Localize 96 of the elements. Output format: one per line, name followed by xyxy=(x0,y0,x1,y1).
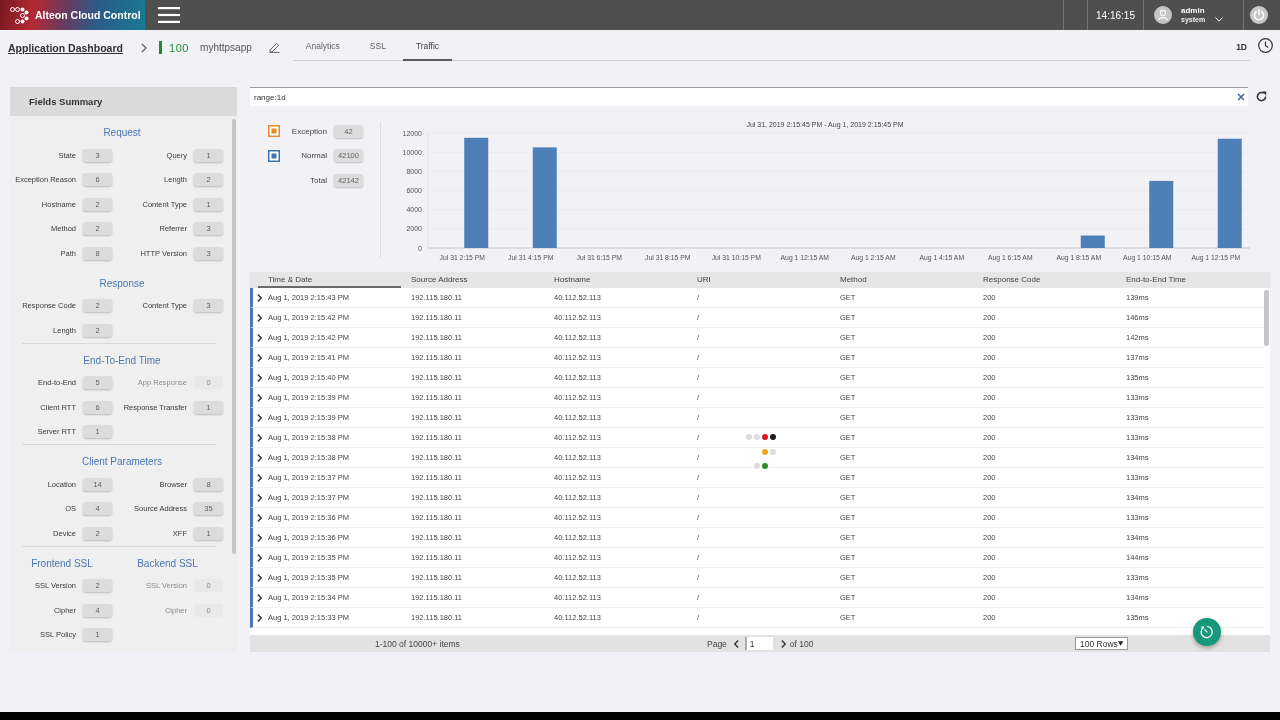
chevron-left-icon xyxy=(733,639,739,648)
section-title: Backend SSL xyxy=(137,556,198,571)
chevron-right-icon xyxy=(256,613,262,622)
tab[interactable]: Traffic xyxy=(402,30,453,61)
chart-bar xyxy=(1080,235,1105,248)
items-count: 1-100 of 10000+ items xyxy=(375,638,460,649)
legend-label: Total xyxy=(310,175,327,185)
chevron-right-icon xyxy=(256,513,262,522)
column-header[interactable]: Method xyxy=(830,272,973,288)
pencil-icon xyxy=(268,42,280,53)
chevron-right-icon xyxy=(256,453,262,462)
column-header[interactable]: Hostname xyxy=(544,272,687,288)
chevron-right-icon xyxy=(256,573,262,582)
column-header[interactable]: URI xyxy=(687,272,830,288)
expand-button[interactable] xyxy=(256,413,262,422)
power-icon xyxy=(1250,6,1268,24)
current-time: 14:16:15 xyxy=(1096,9,1135,21)
chevron-right-icon xyxy=(256,493,262,502)
expand-button[interactable] xyxy=(256,293,262,302)
expand-button[interactable] xyxy=(256,313,262,322)
expand-button[interactable] xyxy=(256,333,262,342)
chevron-right-icon xyxy=(256,473,262,482)
expand-button[interactable] xyxy=(256,493,262,502)
logo-icon xyxy=(10,6,29,24)
clock-icon xyxy=(1257,38,1273,53)
rows-per-page-select[interactable]: 100 Rows xyxy=(1075,637,1128,650)
app-name: myhttpsapp xyxy=(200,42,252,53)
user-menu-button[interactable] xyxy=(1215,16,1223,22)
chevron-right-icon xyxy=(140,42,147,53)
expand-button[interactable] xyxy=(256,353,262,362)
breadcrumb-link[interactable]: Application Dashboard xyxy=(8,41,123,54)
logout-button[interactable] xyxy=(1250,6,1268,24)
chevron-right-icon xyxy=(256,413,262,422)
close-icon xyxy=(1237,93,1245,101)
user-avatar-icon xyxy=(1154,6,1172,24)
clear-button[interactable] xyxy=(1237,93,1245,101)
status-bar-icon xyxy=(158,41,162,54)
dropdown-triangle-icon xyxy=(1117,641,1123,646)
chevron-right-icon xyxy=(256,433,262,442)
page-count: of 100 xyxy=(789,638,814,649)
next-page-button[interactable] xyxy=(780,639,786,648)
page-field[interactable]: 1 xyxy=(744,637,773,650)
chevron-right-icon xyxy=(256,373,262,382)
section-title: Frontend SSL xyxy=(31,556,93,571)
expand-button[interactable] xyxy=(256,373,262,382)
scrollbar[interactable] xyxy=(232,119,236,554)
refresh-icon xyxy=(1256,91,1267,102)
chart-bar xyxy=(1149,180,1174,248)
expand-button[interactable] xyxy=(256,593,262,602)
expand-button[interactable] xyxy=(256,573,262,582)
chevron-down-icon xyxy=(1215,16,1223,22)
expand-button[interactable] xyxy=(256,553,262,562)
chevron-right-icon xyxy=(256,593,262,602)
chevron-right-icon xyxy=(256,293,262,302)
time-range-button[interactable]: 1D xyxy=(1236,30,1247,60)
expand-button[interactable] xyxy=(256,613,262,622)
chevron-right-icon xyxy=(256,333,262,342)
menu-icon xyxy=(157,7,180,23)
chevron-right-icon xyxy=(256,393,262,402)
column-header[interactable]: Source Address xyxy=(401,272,544,288)
section-title: End-To-End Time xyxy=(83,353,161,368)
legend-swatch-icon[interactable] xyxy=(268,149,280,162)
section-title: Response xyxy=(99,276,145,291)
section-title: Client Parameters xyxy=(82,455,162,469)
time-picker-button[interactable] xyxy=(1257,38,1273,53)
refresh-button[interactable] xyxy=(1256,91,1267,102)
chevron-right-icon xyxy=(256,533,262,542)
legend-label: Exception xyxy=(291,126,327,136)
app-id: 100 xyxy=(168,41,190,54)
page-label: Page xyxy=(707,638,727,649)
chevron-right-icon xyxy=(256,313,262,322)
column-header[interactable]: End-to-End Time xyxy=(1116,272,1259,288)
chevron-right-icon xyxy=(256,553,262,562)
app-title: Alteon Cloud Control xyxy=(35,9,141,21)
section-title: Request xyxy=(103,126,141,140)
search-field[interactable]: range:1d xyxy=(250,87,1248,106)
legend-label: Normal xyxy=(301,151,327,161)
chevron-right-icon xyxy=(780,639,786,648)
expand-button[interactable] xyxy=(256,433,262,442)
tab[interactable]: Analytics xyxy=(292,30,353,61)
tab[interactable]: SSL xyxy=(356,30,399,61)
expand-button[interactable] xyxy=(256,393,262,402)
panel-header: Fields Summary xyxy=(10,87,237,116)
colored-dots-icon xyxy=(745,433,777,470)
column-header[interactable]: Response Code xyxy=(973,272,1116,288)
expand-button[interactable] xyxy=(256,473,262,482)
expand-button[interactable] xyxy=(256,513,262,522)
previous-page-button[interactable] xyxy=(733,639,739,648)
edit-button[interactable] xyxy=(268,42,280,53)
timer-icon xyxy=(1200,625,1214,639)
scrollbar[interactable] xyxy=(1264,290,1269,346)
user-name: admin xyxy=(1181,6,1205,15)
legend-swatch-icon[interactable] xyxy=(268,125,280,138)
expand-button[interactable] xyxy=(256,453,262,462)
chevron-right-icon xyxy=(256,353,262,362)
expand-button[interactable] xyxy=(256,533,262,542)
